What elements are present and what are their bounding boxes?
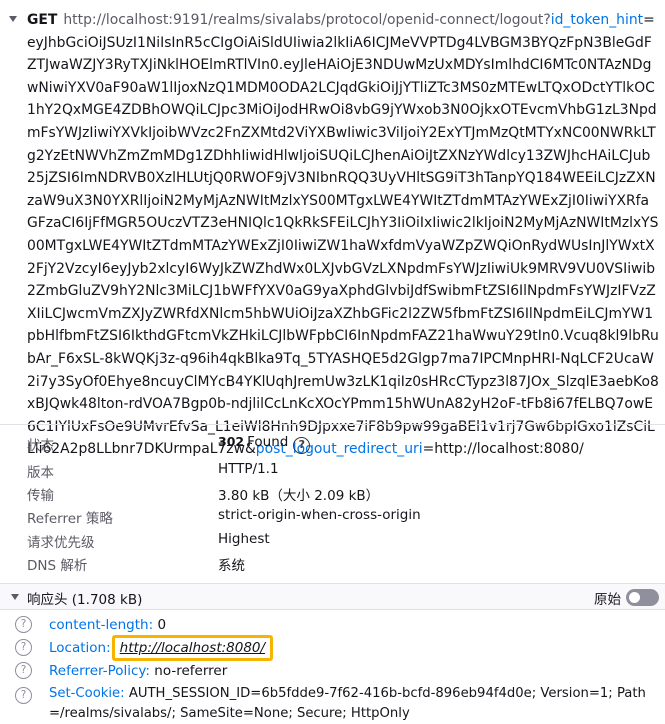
help-icon[interactable]: ? bbox=[15, 639, 32, 656]
header-row-referrer-policy: ? Referrer-Policy: no-referrer bbox=[0, 660, 665, 682]
summary-row-referrer-policy: Referrer 策略 strict-origin-when-cross-ori… bbox=[0, 505, 665, 528]
response-headers-title: 响应头 (1.708 kB) bbox=[27, 592, 143, 608]
summary-row-status: 状态 302 Found? bbox=[0, 432, 665, 455]
help-icon[interactable]: ? bbox=[15, 687, 32, 704]
toggle-knob bbox=[629, 592, 640, 603]
header-text[interactable]: Location: http://localhost:8080/ bbox=[49, 635, 659, 661]
status-text: Found bbox=[247, 434, 289, 450]
summary-row-version: 版本 HTTP/1.1 bbox=[0, 459, 665, 482]
summary-label: 请求优先级 bbox=[27, 535, 95, 551]
summary-label: DNS 解析 bbox=[27, 558, 88, 574]
summary-value: HTTP/1.1 bbox=[218, 461, 279, 477]
section-divider bbox=[0, 424, 665, 425]
header-name: Set-Cookie: bbox=[49, 686, 125, 701]
summary-value: 3.80 kB（大小 2.09 kB） bbox=[218, 488, 380, 504]
status-code: 302 bbox=[218, 434, 245, 449]
header-name: content-length: bbox=[49, 617, 154, 633]
chevron-down-icon bbox=[11, 594, 19, 600]
response-headers-toggle[interactable]: 响应头 (1.708 kB) 原始 bbox=[0, 583, 665, 610]
summary-label: 版本 bbox=[27, 465, 54, 481]
request-method: GET bbox=[27, 12, 58, 28]
header-name: Location: bbox=[49, 640, 111, 656]
request-url-base: http://localhost:9191/realms/sivalabs/pr… bbox=[63, 12, 551, 28]
summary-label: 传输 bbox=[27, 488, 54, 504]
help-icon[interactable]: ? bbox=[293, 437, 311, 454]
header-row-content-length: ? content-length: 0 bbox=[0, 614, 665, 636]
location-highlight: http://localhost:8080/ bbox=[111, 635, 274, 661]
header-text[interactable]: Set-Cookie: AUTH_SESSION_ID=6b5fdde9-7f6… bbox=[49, 684, 659, 724]
summary-value: strict-origin-when-cross-origin bbox=[218, 507, 421, 523]
query-param-key-id-token-hint: id_token_hint bbox=[550, 12, 644, 28]
query-param-value-id-token-hint: eyJhbGciOiJSUzI1NiIsInR5cCIgOiAiSldUIiwi… bbox=[27, 34, 659, 458]
summary-value: 302 Found? bbox=[218, 434, 311, 454]
header-text[interactable]: content-length: 0 bbox=[49, 614, 659, 636]
raw-toggle-label: 原始 bbox=[594, 592, 621, 608]
header-text[interactable]: Referrer-Policy: no-referrer bbox=[49, 660, 659, 682]
header-value: AUTH_SESSION_ID=6b5fdde9-7f62-416b-bcfd-… bbox=[49, 686, 646, 721]
header-name: Referrer-Policy: bbox=[49, 663, 150, 679]
summary-row-priority: 请求优先级 Highest bbox=[0, 529, 665, 552]
header-row-set-cookie: ? Set-Cookie: AUTH_SESSION_ID=6b5fdde9-7… bbox=[0, 684, 665, 724]
summary-row-transfer: 传输 3.80 kB（大小 2.09 kB） bbox=[0, 482, 665, 505]
header-value: no-referrer bbox=[154, 663, 228, 679]
summary-label: Referrer 策略 bbox=[27, 511, 113, 527]
raw-toggle-switch[interactable] bbox=[626, 589, 659, 606]
collapse-arrow-icon[interactable] bbox=[9, 16, 17, 22]
header-value: 0 bbox=[157, 617, 167, 633]
query-param-eq: = bbox=[643, 12, 655, 28]
summary-row-dns: DNS 解析 系统 bbox=[0, 552, 665, 575]
request-url[interactable]: GET http://localhost:9191/realms/sivalabs… bbox=[27, 9, 659, 461]
summary-value: Highest bbox=[218, 531, 270, 547]
help-icon[interactable]: ? bbox=[15, 616, 32, 633]
header-row-location: ? Location: http://localhost:8080/ bbox=[0, 634, 665, 662]
help-icon[interactable]: ? bbox=[15, 662, 32, 679]
summary-value: 系统 bbox=[218, 558, 245, 574]
request-url-section: GET http://localhost:9191/realms/sivalabs… bbox=[0, 0, 665, 457]
summary-label: 状态 bbox=[27, 438, 54, 454]
location-link[interactable]: http://localhost:8080/ bbox=[120, 640, 265, 656]
